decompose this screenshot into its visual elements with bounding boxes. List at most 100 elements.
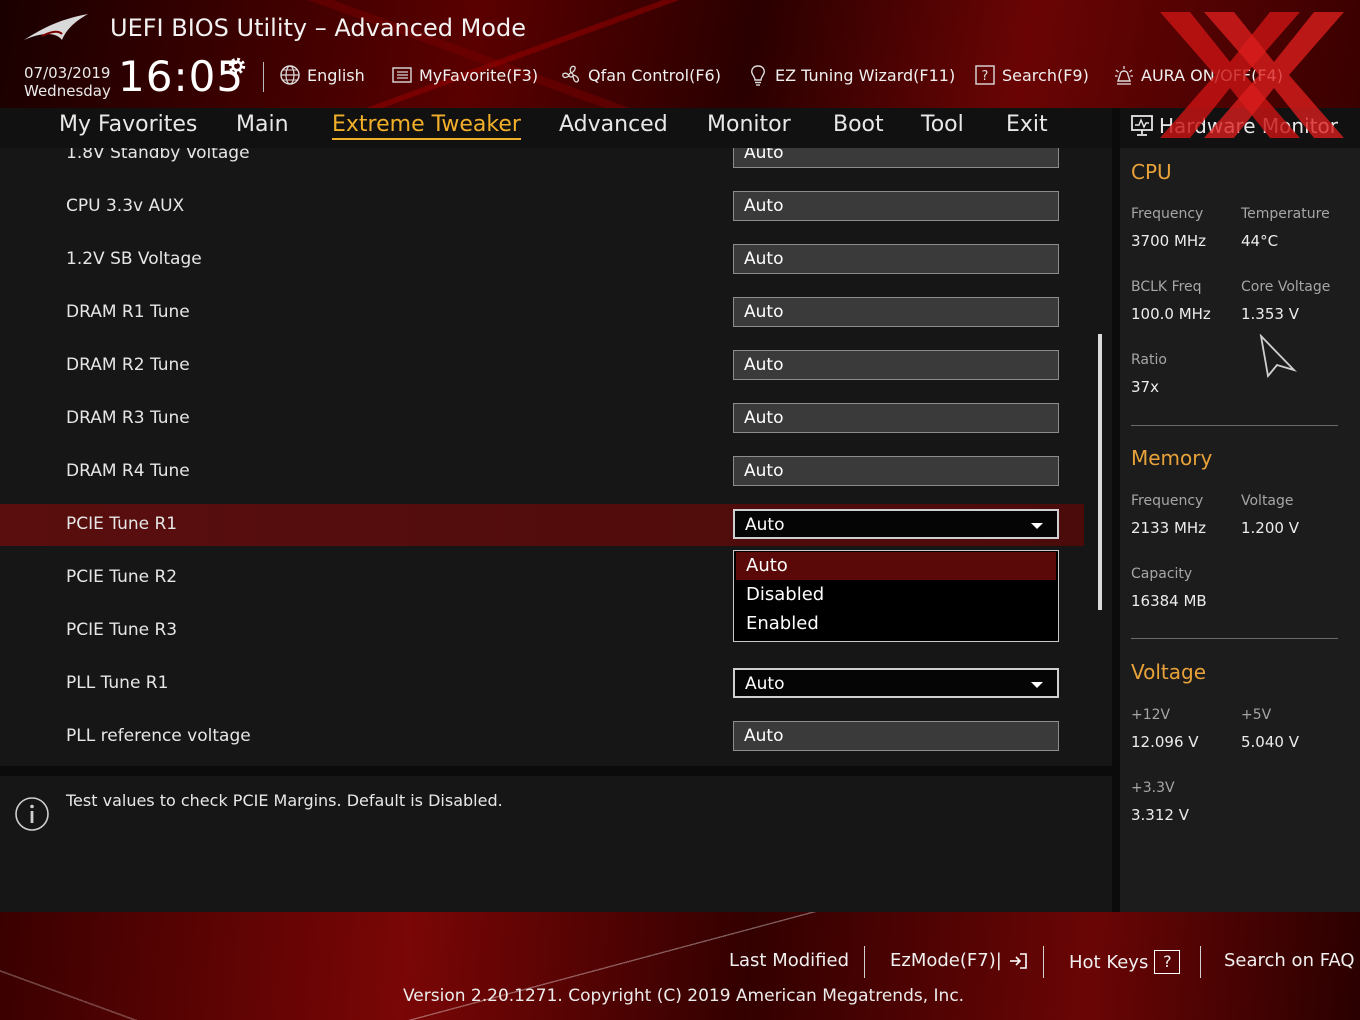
- setting-label: PLL reference voltage: [66, 726, 251, 746]
- setting-value-field[interactable]: Auto: [733, 721, 1059, 751]
- v12-label: +12V: [1131, 707, 1171, 723]
- setting-value-field[interactable]: Auto: [733, 456, 1059, 486]
- aura-toggle-button[interactable]: AURA ON/OFF(F4): [1113, 62, 1283, 88]
- header-divider: [263, 62, 264, 92]
- setting-value-field[interactable]: Auto: [733, 191, 1059, 221]
- setting-dropdown[interactable]: Auto: [733, 509, 1059, 539]
- voltage-heading: Voltage: [1131, 660, 1207, 684]
- hot-keys-label: Hot Keys: [1069, 951, 1149, 973]
- search-faq-label: Search on FAQ: [1224, 950, 1355, 971]
- setting-row-cpu-3v3-aux[interactable]: CPU 3.3v AUX Auto: [0, 186, 1084, 228]
- chevron-down-icon: [1031, 682, 1043, 688]
- setting-row-sb-voltage[interactable]: 1.2V SB Voltage Auto: [0, 239, 1084, 281]
- tab-my-favorites[interactable]: My Favorites: [59, 112, 197, 137]
- cpu-temperature-value: 44°C: [1241, 232, 1279, 250]
- cpu-frequency-value: 3700 MHz: [1131, 232, 1207, 250]
- my-favorite-label: MyFavorite(F3): [419, 65, 539, 85]
- last-modified-button[interactable]: Last Modified: [729, 950, 849, 971]
- tab-boot[interactable]: Boot: [833, 112, 884, 137]
- help-panel: Test values to check PCIE Margins. Defau…: [0, 776, 1112, 912]
- cpu-frequency-label: Frequency: [1131, 206, 1204, 222]
- setting-dropdown[interactable]: Auto: [733, 668, 1059, 698]
- search-faq-button[interactable]: Search on FAQ: [1224, 950, 1355, 971]
- setting-value-field[interactable]: Auto: [733, 350, 1059, 380]
- setting-row-standby-voltage[interactable]: 1.8V Standby Voltage Auto: [0, 148, 1084, 175]
- dropdown-option-auto[interactable]: Auto: [736, 552, 1056, 580]
- setting-value-field[interactable]: Auto: [733, 297, 1059, 327]
- memory-capacity-label: Capacity: [1131, 566, 1193, 582]
- tab-advanced[interactable]: Advanced: [559, 112, 668, 137]
- setting-row-dram-r2-tune[interactable]: DRAM R2 Tune Auto: [0, 345, 1084, 387]
- date-value: 07/03/2019: [24, 64, 111, 82]
- tab-monitor[interactable]: Monitor: [707, 112, 791, 137]
- setting-row-dram-r3-tune[interactable]: DRAM R3 Tune Auto: [0, 398, 1084, 440]
- title-bar: UEFI BIOS Utility – Advanced Mode 07/03/…: [0, 0, 1360, 108]
- memory-frequency-value: 2133 MHz: [1131, 519, 1207, 537]
- tab-tool[interactable]: Tool: [921, 112, 964, 137]
- section-divider: [1131, 638, 1338, 639]
- chevron-down-icon: [1031, 523, 1043, 529]
- tab-main[interactable]: Main: [236, 112, 289, 137]
- footer-divider: [1043, 946, 1044, 978]
- setting-value-field[interactable]: Auto: [733, 244, 1059, 274]
- setting-label: 1.8V Standby Voltage: [66, 148, 250, 163]
- memory-frequency-label: Frequency: [1131, 493, 1204, 509]
- ratio-value: 37x: [1131, 378, 1159, 396]
- exit-arrow-icon: [1009, 952, 1027, 969]
- search-button[interactable]: ? Search(F9): [974, 62, 1089, 88]
- lightbulb-icon: [751, 65, 765, 86]
- monitor-icon: [1131, 115, 1153, 136]
- last-modified-label: Last Modified: [729, 950, 850, 971]
- dropdown-option-disabled[interactable]: Disabled: [736, 581, 1056, 609]
- svg-text:?: ?: [982, 69, 989, 84]
- setting-value-field[interactable]: Auto: [733, 148, 1059, 168]
- v5-label: +5V: [1241, 707, 1272, 723]
- tab-exit[interactable]: Exit: [1006, 112, 1048, 137]
- language-label: English: [307, 65, 365, 85]
- setting-label: CPU 3.3v AUX: [66, 196, 185, 216]
- gear-icon[interactable]: [225, 54, 249, 78]
- question-key-icon: ?: [1154, 950, 1181, 974]
- v33-label: +3.3V: [1131, 780, 1175, 796]
- dropdown-selected-value: Auto: [745, 515, 785, 535]
- hot-keys-button[interactable]: Hot Keys ?: [1069, 950, 1181, 974]
- memory-heading: Memory: [1131, 446, 1213, 470]
- qfan-control-button[interactable]: Qfan Control(F6): [560, 62, 721, 88]
- v12-value: 12.096 V: [1131, 733, 1199, 751]
- setting-value-field[interactable]: Auto: [733, 403, 1059, 433]
- footer-bar: Last Modified EzMode(F7)| Hot Keys ? Sea…: [0, 912, 1360, 1020]
- aura-light-icon: [1115, 66, 1133, 85]
- hardware-monitor-title: Hardware Monitor: [1159, 114, 1338, 138]
- v33-value: 3.312 V: [1131, 806, 1189, 824]
- setting-label: DRAM R1 Tune: [66, 302, 190, 322]
- setting-row-pcie-tune-r1[interactable]: PCIE Tune R1 Auto: [0, 504, 1084, 546]
- language-button[interactable]: English: [279, 62, 365, 88]
- list-scrollbar[interactable]: [1098, 334, 1102, 610]
- setting-row-pll-reference-voltage[interactable]: PLL reference voltage Auto: [0, 716, 1084, 758]
- footer-divider: [864, 946, 865, 978]
- dropdown-option-enabled[interactable]: Enabled: [736, 610, 1056, 638]
- fan-icon: [562, 65, 580, 83]
- search-label: Search(F9): [1002, 65, 1089, 85]
- cpu-temperature-label: Temperature: [1241, 206, 1330, 222]
- my-favorite-button[interactable]: MyFavorite(F3): [391, 62, 538, 88]
- favorite-list-icon: [392, 67, 412, 83]
- ez-tuning-wizard-button[interactable]: EZ Tuning Wizard(F11): [747, 62, 955, 88]
- version-text: Version 2.20.1271. Copyright (C) 2019 Am…: [403, 986, 965, 1006]
- memory-voltage-label: Voltage: [1241, 493, 1294, 509]
- setting-row-pll-tune-r1[interactable]: PLL Tune R1 Auto: [0, 663, 1084, 705]
- section-divider: [1131, 425, 1338, 426]
- setting-label: PCIE Tune R2: [66, 567, 178, 587]
- setting-row-dram-r4-tune[interactable]: DRAM R4 Tune Auto: [0, 451, 1084, 493]
- question-box-icon: ?: [975, 65, 995, 85]
- setting-row-dram-r1-tune[interactable]: DRAM R1 Tune Auto: [0, 292, 1084, 334]
- ezmode-button[interactable]: EzMode(F7)|: [890, 950, 1028, 971]
- app-title: UEFI BIOS Utility – Advanced Mode: [110, 14, 526, 42]
- bclk-label: BCLK Freq: [1131, 279, 1202, 295]
- rog-logo-icon: [24, 14, 88, 40]
- tab-extreme-tweaker[interactable]: Extreme Tweaker: [332, 112, 521, 140]
- info-icon: [15, 797, 49, 831]
- help-text: Test values to check PCIE Margins. Defau…: [66, 791, 503, 810]
- weekday-value: Wednesday: [24, 82, 111, 100]
- core-voltage-value: 1.353 V: [1241, 305, 1299, 323]
